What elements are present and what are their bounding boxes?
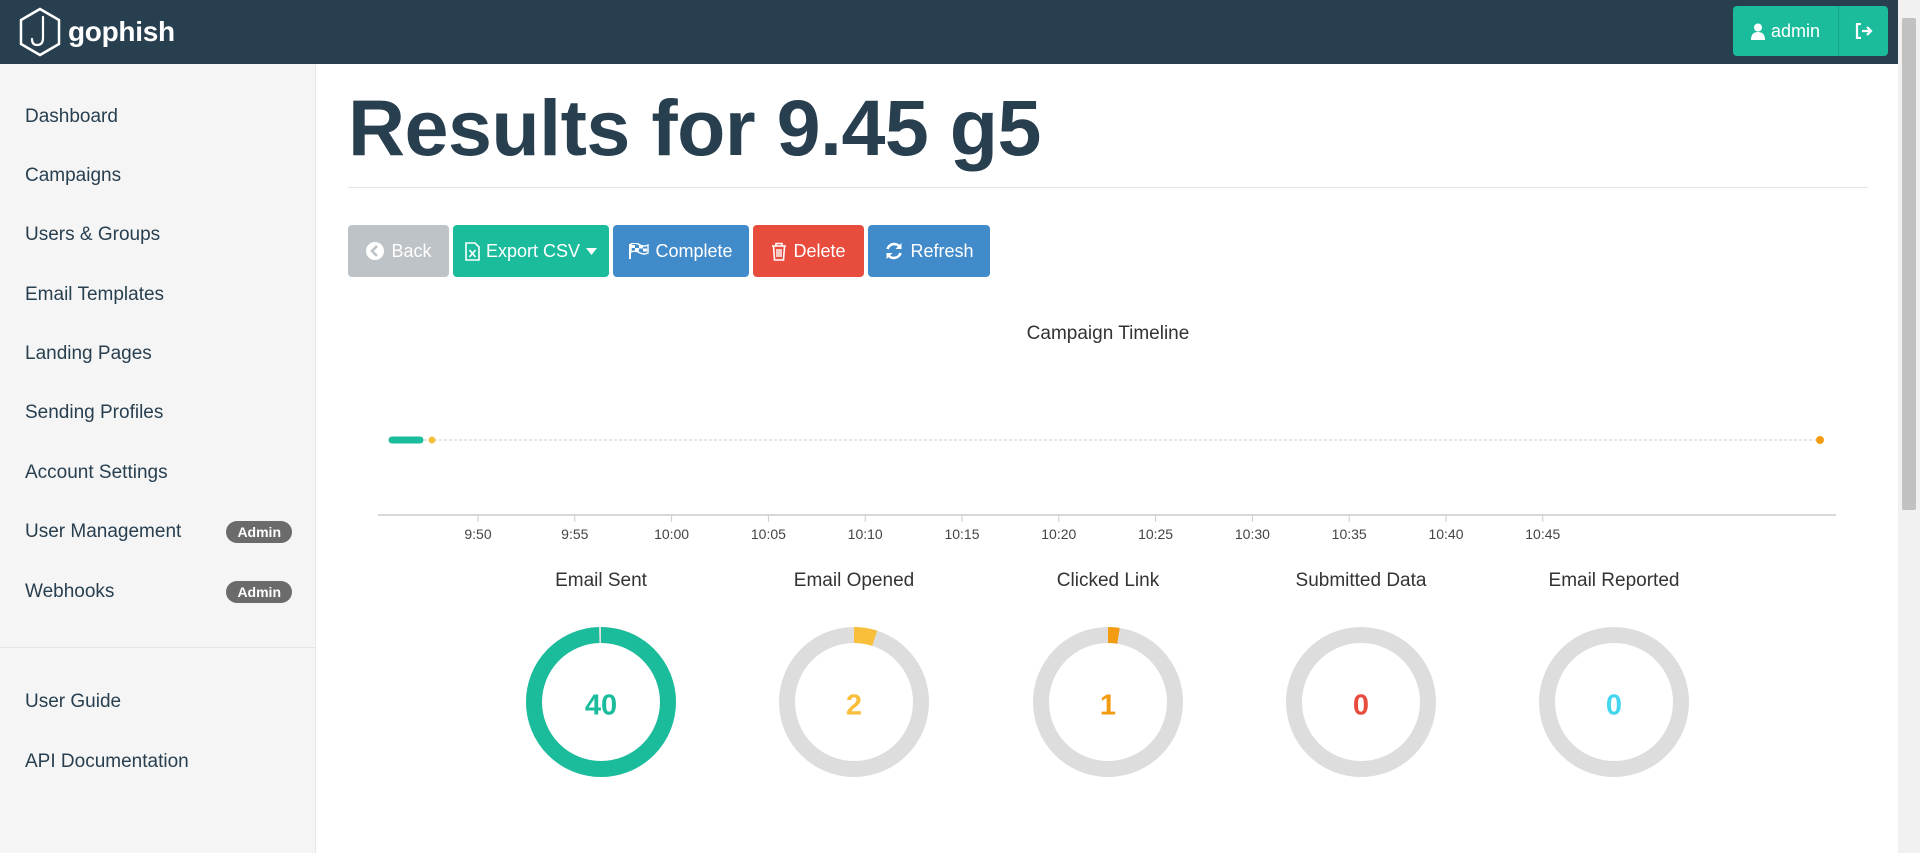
timeline-tick-label: 9:55 (561, 526, 588, 542)
stat-label: Submitted Data (1295, 570, 1427, 591)
page-scrollbar[interactable] (1898, 0, 1920, 853)
sidebar-item-users-groups[interactable]: Users & Groups (0, 207, 316, 263)
timeline-tick-label: 10:25 (1138, 526, 1173, 542)
timeline-tick-label: 10:30 (1235, 526, 1270, 542)
sidebar-item-label: API Documentation (25, 751, 189, 772)
export-csv-button[interactable]: Export CSV (453, 225, 609, 277)
sidebar-item-label: Users & Groups (25, 224, 161, 245)
sidebar-item-label: Dashboard (25, 106, 118, 127)
admin-badge: Admin (226, 581, 292, 603)
caret-down-icon (586, 247, 598, 255)
timeline-tick-label: 10:40 (1428, 526, 1463, 542)
export-csv-label: Export CSV (485, 240, 581, 261)
donut-chart: 0 (1484, 600, 1744, 777)
stat-label: Email Sent (555, 570, 647, 591)
timeline-tick-label: 10:45 (1525, 526, 1560, 542)
timeline-ticks: 9:50 9:55 10:00 10:05 10:10 10:15 10:20 10:25 10… (464, 515, 1561, 542)
user-menu: admin (1732, 6, 1888, 56)
arrow-circle-left-icon (366, 242, 385, 260)
top-navbar: gophish admin (0, 0, 1898, 64)
delete-button-label: Delete (793, 240, 846, 261)
sidebar: Dashboard Campaigns Users & Groups Email… (0, 64, 316, 853)
back-button-label: Back (391, 240, 432, 261)
timeline-tick-label: 10:05 (751, 526, 786, 542)
timeline-tick-label: 10:15 (944, 526, 979, 542)
donut-chart: 0 (1231, 600, 1491, 777)
file-excel-icon (465, 241, 480, 261)
sidebar-item-account-settings[interactable]: Account Settings (0, 445, 316, 501)
sidebar-item-label: Landing Pages (25, 343, 152, 364)
refresh-button[interactable]: Refresh (868, 225, 990, 277)
sidebar-item-landing-pages[interactable]: Landing Pages (0, 326, 316, 382)
sidebar-item-label: Email Templates (25, 284, 165, 305)
stat-label: Clicked Link (1056, 570, 1160, 591)
timeline-tick-label: 10:35 (1332, 526, 1367, 542)
sidebar-item-label: Webhooks (25, 581, 115, 602)
timeline-event-marker[interactable] (1816, 436, 1824, 444)
page-title: Results for 9.45 g5 (348, 83, 1041, 172)
title-divider (348, 187, 1868, 188)
admin-badge: Admin (226, 521, 292, 543)
delete-button[interactable]: Delete (753, 225, 864, 277)
campaign-timeline: 9:50 9:55 10:00 10:05 10:10 10:15 10:20 10:25 10… (378, 436, 1836, 542)
stat-clicked-link[interactable]: Clicked Link 1 (978, 570, 1238, 777)
user-icon (1750, 23, 1765, 40)
logout-button[interactable] (1838, 6, 1888, 56)
timeline-event-marker[interactable] (428, 436, 436, 444)
timeline-tick-label: 10:20 (1041, 526, 1076, 542)
user-label: admin (1770, 20, 1820, 41)
stat-email-sent[interactable]: Email Sent 40 (471, 570, 731, 777)
sidebar-divider (0, 647, 316, 648)
sidebar-item-webhooks[interactable]: Webhooks Admin (0, 564, 316, 620)
sidebar-item-label: Sending Profiles (25, 402, 164, 423)
sidebar-item-user-management[interactable]: User Management Admin (0, 504, 316, 560)
timeline-tick-label: 10:00 (654, 526, 689, 542)
stat-value: 2 (845, 689, 863, 722)
sign-out-icon (1855, 23, 1873, 39)
sidebar-item-campaigns[interactable]: Campaigns (0, 148, 316, 204)
trash-icon (772, 242, 787, 261)
donut-chart: 2 (724, 600, 984, 777)
refresh-button-label: Refresh (910, 240, 974, 261)
sidebar-item-dashboard[interactable]: Dashboard (0, 89, 316, 145)
stat-submitted-data[interactable]: Submitted Data 0 (1231, 570, 1491, 777)
sidebar-item-label: Campaigns (25, 165, 122, 186)
stat-label: Email Opened (793, 570, 915, 591)
gophish-logo-icon (19, 7, 61, 57)
sidebar-item-sending-profiles[interactable]: Sending Profiles (0, 385, 316, 441)
complete-button-label: Complete (655, 240, 733, 261)
stat-value: 0 (1605, 689, 1623, 722)
stat-email-opened[interactable]: Email Opened 2 (724, 570, 984, 777)
sidebar-item-user-guide[interactable]: User Guide (0, 674, 316, 730)
sidebar-item-email-templates[interactable]: Email Templates (0, 267, 316, 323)
stat-value: 0 (1352, 689, 1370, 722)
timeline-tick-label: 10:10 (848, 526, 883, 542)
sidebar-item-label: Account Settings (25, 462, 168, 483)
sidebar-item-label: User Management (25, 521, 182, 542)
sidebar-item-api-documentation[interactable]: API Documentation (0, 734, 316, 790)
timeline-title: Campaign Timeline (1026, 323, 1190, 344)
scrollbar-thumb[interactable] (1902, 18, 1916, 510)
stat-value: 1 (1099, 689, 1117, 722)
refresh-icon (886, 242, 903, 260)
brand-logo[interactable]: gophish (18, 4, 175, 60)
complete-button[interactable]: Complete (613, 225, 749, 277)
stat-label: Email Reported (1548, 570, 1680, 591)
flag-checkered-icon (629, 243, 650, 259)
donut-chart: 1 (978, 600, 1238, 777)
back-button[interactable]: Back (348, 225, 449, 277)
timeline-tick-label: 9:50 (464, 526, 491, 542)
brand-name: gophish (68, 16, 175, 47)
stat-email-reported[interactable]: Email Reported 0 (1484, 570, 1744, 777)
donut-chart: 40 (471, 600, 731, 777)
stat-value: 40 (584, 689, 618, 722)
user-button[interactable]: admin (1732, 6, 1838, 56)
sidebar-item-label: User Guide (25, 691, 122, 712)
